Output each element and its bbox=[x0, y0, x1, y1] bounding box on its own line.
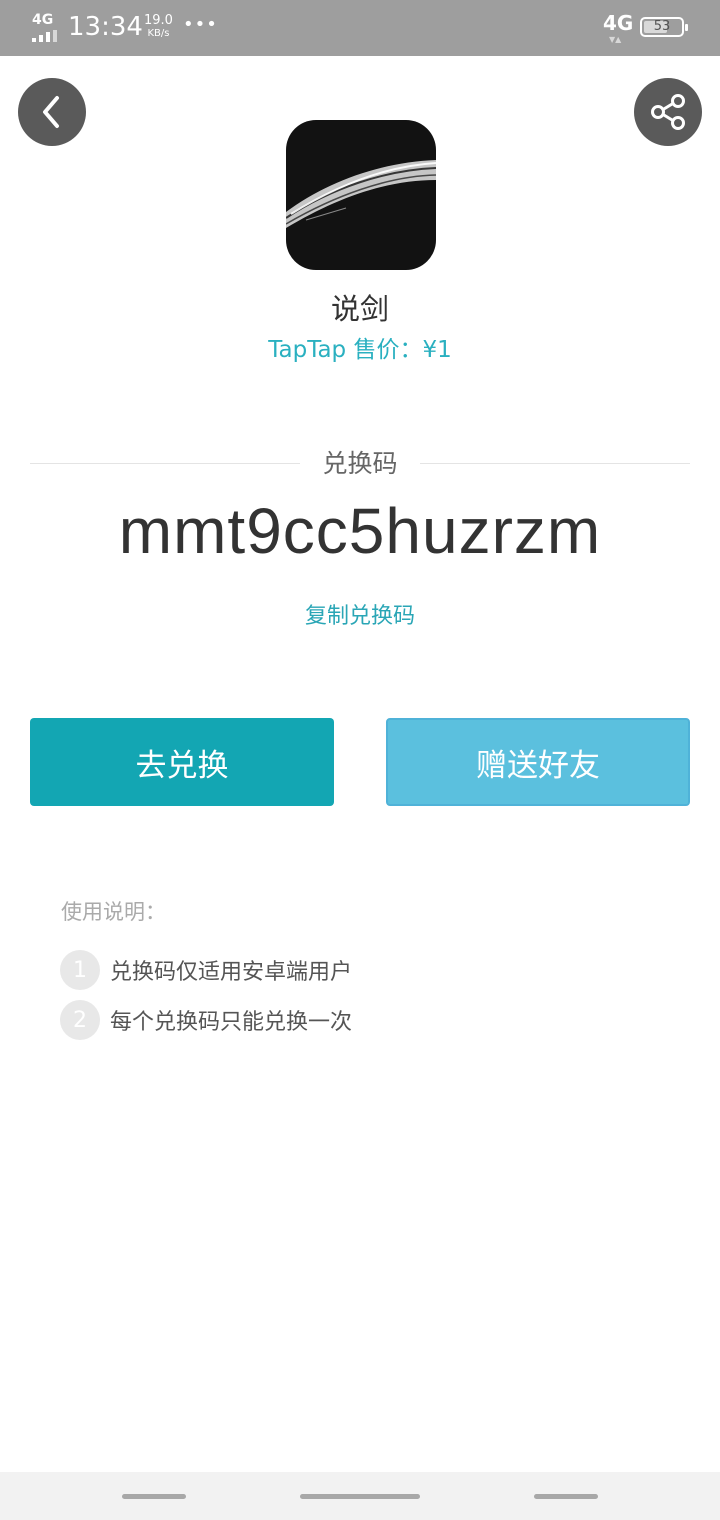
redeem-code-label: 兑换码 bbox=[322, 449, 398, 478]
status-bar: 4G 13:34 19.0 KB/s ••• 4G ▼▲ 53 bbox=[0, 0, 720, 56]
redeem-button[interactable]: 去兑换 bbox=[30, 718, 334, 806]
signal-icon: 4G bbox=[30, 12, 60, 42]
copy-code-link[interactable]: 复制兑换码 bbox=[0, 598, 720, 630]
price-value: ¥1 bbox=[422, 337, 452, 363]
clock: 13:34 bbox=[68, 12, 143, 42]
network-type-right: 4G bbox=[603, 11, 634, 35]
battery-icon: 53 bbox=[640, 17, 688, 37]
share-button[interactable] bbox=[634, 78, 702, 146]
instruction-text: 兑换码仅适用安卓端用户 bbox=[110, 960, 353, 985]
redeem-code-value: mmt9cc5huzrzm bbox=[118, 495, 602, 567]
instruction-item: 1 兑换码仅适用安卓端用户 bbox=[60, 950, 352, 990]
nav-home-gesture[interactable] bbox=[300, 1494, 420, 1499]
gift-friend-button[interactable]: 赠送好友 bbox=[386, 718, 690, 806]
chevron-left-icon bbox=[43, 96, 59, 128]
share-icon bbox=[651, 94, 685, 130]
network-speed: 19.0 KB/s bbox=[144, 14, 173, 40]
nav-back-gesture[interactable] bbox=[534, 1494, 598, 1499]
app-name: 说剑 bbox=[330, 292, 389, 326]
price-info: TapTap 售价：¥1 bbox=[0, 330, 720, 364]
battery-level: 53 bbox=[653, 19, 671, 34]
nav-menu-gesture[interactable] bbox=[122, 1494, 186, 1499]
instructions-title: 使用说明： bbox=[61, 900, 166, 924]
more-notifications-icon: ••• bbox=[183, 14, 218, 35]
data-activity-icon: ▼▲ bbox=[609, 35, 622, 44]
gesture-nav-bar bbox=[0, 1472, 720, 1520]
app-icon bbox=[286, 120, 436, 270]
back-button[interactable] bbox=[18, 78, 86, 146]
instruction-number: 2 bbox=[60, 1000, 100, 1040]
speed-value: 19.0 bbox=[144, 13, 173, 28]
instruction-item: 2 每个兑换码只能兑换一次 bbox=[60, 1000, 352, 1040]
instruction-number: 1 bbox=[60, 950, 100, 990]
speed-unit: KB/s bbox=[147, 28, 170, 39]
network-type-left: 4G bbox=[32, 12, 54, 28]
instruction-text: 每个兑换码只能兑换一次 bbox=[110, 1010, 353, 1035]
price-label: TapTap 售价： bbox=[268, 337, 423, 363]
